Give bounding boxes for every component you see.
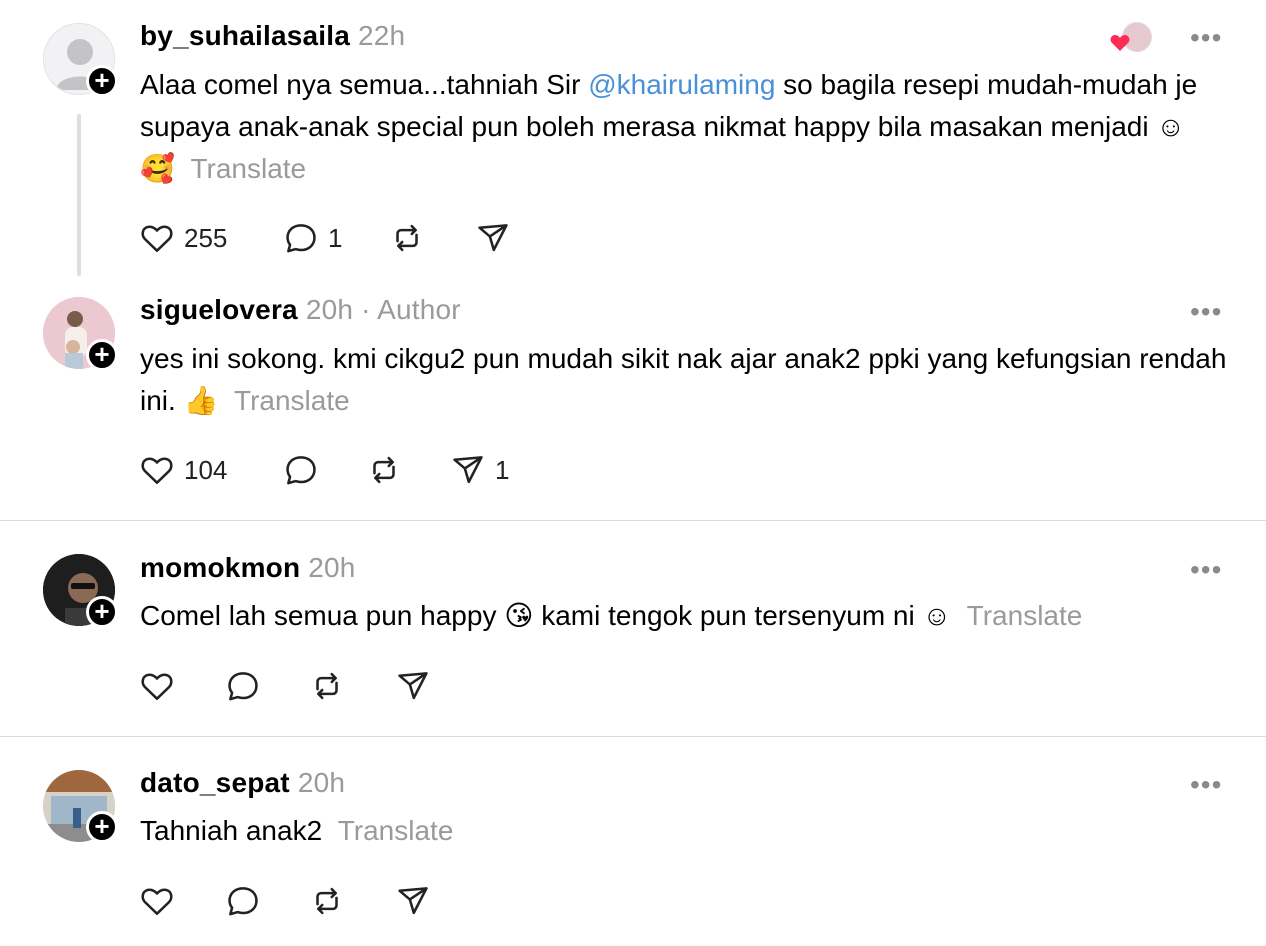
repost-icon xyxy=(316,672,338,700)
like-button[interactable]: 104 xyxy=(138,451,227,489)
reply-count: 1 xyxy=(328,222,343,253)
heart-icon xyxy=(141,225,173,252)
like-count: 255 xyxy=(184,222,228,253)
reply-post: + siguelovera 20h · Author ••• yes ini s… xyxy=(0,290,1266,520)
like-count: 104 xyxy=(184,454,228,485)
follow-button[interactable]: + xyxy=(86,65,118,97)
repost-icon xyxy=(396,224,418,252)
share-count: 1 xyxy=(495,454,510,485)
username[interactable]: momokmon 20h xyxy=(140,552,356,584)
comment-icon xyxy=(286,224,316,253)
share-button[interactable]: 1 xyxy=(449,451,509,489)
more-options-button[interactable]: ••• xyxy=(1190,296,1222,328)
reply-post: + dato_sepat 20h ••• Tahniah anak2 Trans… xyxy=(0,737,1266,946)
mention-link[interactable]: @khairulaming xyxy=(588,69,775,100)
send-icon xyxy=(398,887,428,915)
translate-link[interactable]: Translate xyxy=(190,153,306,184)
post-text: yes ini sokong. kmi cikgu2 pun mudah sik… xyxy=(140,343,1227,416)
post-time: 22h xyxy=(358,20,406,51)
username[interactable]: siguelovera 20h · Author xyxy=(140,294,461,326)
send-icon xyxy=(453,456,483,484)
liked-by-author-badge xyxy=(1110,22,1154,54)
share-button[interactable] xyxy=(394,667,432,705)
repost-button[interactable] xyxy=(308,882,346,920)
separator-dot: · xyxy=(361,294,378,325)
share-button[interactable] xyxy=(394,882,432,920)
send-icon xyxy=(398,672,428,700)
author-tag: Author xyxy=(377,294,461,325)
repost-button[interactable] xyxy=(365,451,403,489)
username[interactable]: by_suhailasaila 22h xyxy=(140,20,405,52)
comment-icon xyxy=(286,456,316,485)
repost-icon xyxy=(316,887,338,915)
comment-icon xyxy=(228,887,258,916)
heart-icon xyxy=(141,457,173,484)
repost-icon xyxy=(373,456,395,484)
comment-icon xyxy=(228,672,258,701)
follow-button[interactable]: + xyxy=(86,811,118,843)
more-options-button[interactable]: ••• xyxy=(1190,769,1222,801)
post-text: Alaa comel nya semua...tahniah Sir @khai… xyxy=(140,69,1198,184)
like-button[interactable] xyxy=(138,882,176,920)
post-time: 20h xyxy=(308,552,356,583)
heart-icon xyxy=(141,673,173,700)
repost-button[interactable] xyxy=(308,667,346,705)
repost-button[interactable] xyxy=(388,219,426,257)
reply-button[interactable]: 1 xyxy=(282,219,342,257)
post-time: 20h xyxy=(305,294,354,325)
translate-link[interactable]: Translate xyxy=(967,600,1083,631)
reply-post: + by_suhailasaila 22h ••• Alaa comel nya… xyxy=(0,0,1266,290)
post-text: Comel lah semua pun happy 😘 kami tengok … xyxy=(140,600,1083,631)
follow-button[interactable]: + xyxy=(86,339,118,371)
more-options-button[interactable]: ••• xyxy=(1190,554,1222,586)
reply-button[interactable] xyxy=(224,667,262,705)
send-icon xyxy=(478,224,508,252)
post-time: 20h xyxy=(297,767,346,798)
reply-button[interactable] xyxy=(224,882,262,920)
translate-link[interactable]: Translate xyxy=(234,385,350,416)
reply-button[interactable] xyxy=(282,451,320,489)
more-options-button[interactable]: ••• xyxy=(1190,22,1222,54)
post-text: Tahniah anak2 Translate xyxy=(140,815,454,846)
like-button[interactable] xyxy=(138,667,176,705)
heart-badge-icon xyxy=(1110,35,1130,51)
like-button[interactable]: 255 xyxy=(138,219,227,257)
follow-button[interactable]: + xyxy=(86,596,118,628)
username[interactable]: dato_sepat 20h xyxy=(140,767,345,799)
translate-link[interactable]: Translate xyxy=(338,815,454,846)
heart-icon xyxy=(141,888,173,915)
reply-post: + momokmon 20h ••• Comel lah semua pun h… xyxy=(0,521,1266,736)
share-button[interactable] xyxy=(474,219,520,257)
